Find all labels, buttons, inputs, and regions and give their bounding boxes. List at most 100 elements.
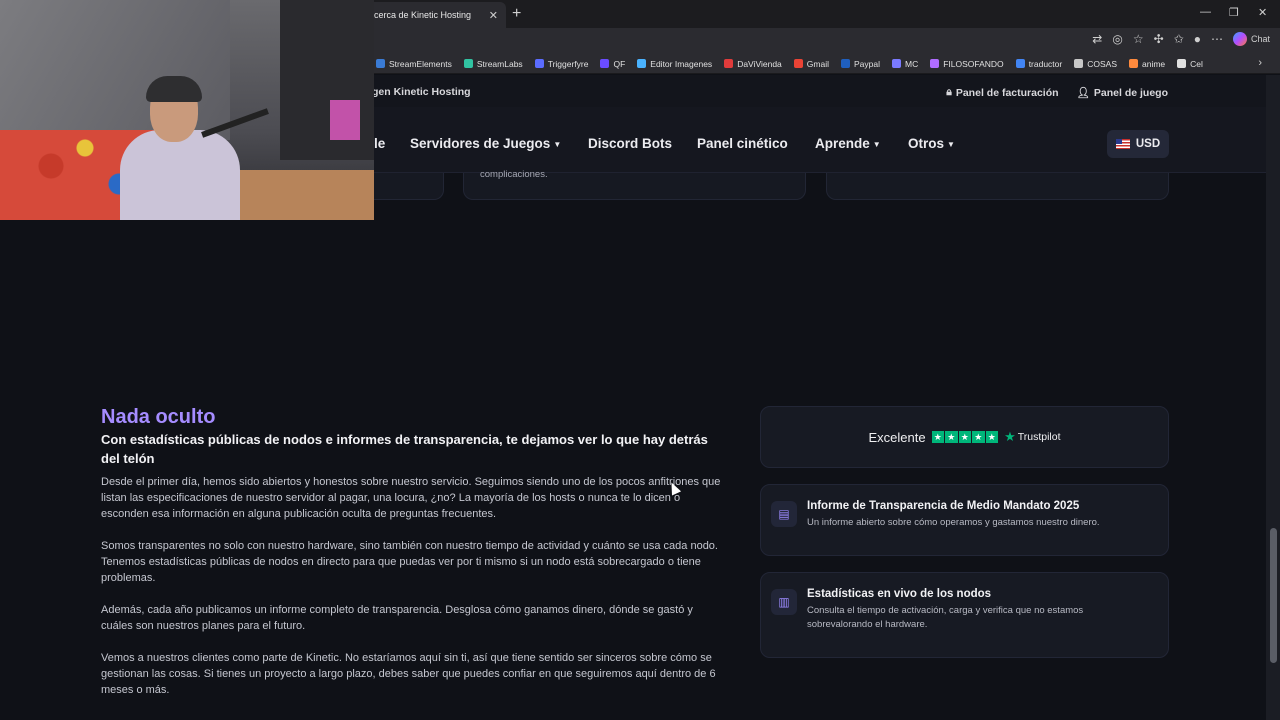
bookmark-item[interactable]: Paypal xyxy=(840,58,880,69)
billing-panel-link[interactable]: 🔒︎ Panel de facturación xyxy=(946,86,1058,99)
node-stats-card[interactable]: ▥ Estadísticas en vivo de los nodos Cons… xyxy=(760,572,1169,658)
bookmark-favicon-icon xyxy=(534,59,544,68)
bookmark-item[interactable]: FILOSOFANDO xyxy=(930,58,1004,69)
browser-tab-active[interactable]: cerca de Kinetic Hosting ✕ xyxy=(366,2,506,28)
card-title: Estadísticas en vivo de los nodos xyxy=(807,588,992,600)
currency-selector[interactable]: USD xyxy=(1107,130,1169,158)
card-description: Consulta el tiempo de activación, carga … xyxy=(807,605,1084,630)
bookmark-label: StreamLabs xyxy=(476,58,523,69)
trustpilot-logo: ★ Trustpilot xyxy=(1004,429,1060,445)
bookmark-label: Paypal xyxy=(853,58,880,69)
bookmark-favicon-icon xyxy=(930,59,940,68)
section-title: Nada oculto xyxy=(101,406,216,428)
tab-title: cerca de Kinetic Hosting xyxy=(374,10,472,20)
trustpilot-rating-text: Excelente xyxy=(868,429,926,445)
page-scrollbar[interactable] xyxy=(1266,75,1280,720)
more-menu-icon[interactable]: ⋯ xyxy=(1211,32,1223,46)
maximize-icon[interactable]: ❐ xyxy=(1229,6,1239,19)
card-description: Un informe abierto sobre cómo operamos y… xyxy=(807,517,1100,528)
webcam-overlay xyxy=(0,0,374,220)
trustpilot-brand: Trustpilot xyxy=(1017,431,1061,443)
bookmark-item[interactable]: Gmail xyxy=(793,58,829,69)
bookmark-label: FILOSOFANDO xyxy=(943,58,1004,69)
bookmark-favicon-icon xyxy=(793,59,803,68)
bookmarks-overflow-chevron-icon[interactable]: › xyxy=(1258,57,1262,69)
chevron-down-icon: ▼ xyxy=(553,139,562,149)
chevron-down-icon: ▼ xyxy=(872,139,881,149)
tab-close-icon[interactable]: ✕ xyxy=(489,9,498,22)
bookmark-item[interactable]: StreamLabs xyxy=(463,58,523,69)
chat-label: Chat xyxy=(1250,34,1270,44)
bookmark-label: Editor Imagenes xyxy=(650,58,713,69)
card-title: Informe de Transparencia de Medio Mandat… xyxy=(807,500,1080,512)
bookmark-item[interactable]: traductor xyxy=(1015,58,1063,69)
lock-icon: 🔒︎ xyxy=(946,86,952,98)
transparency-report-card[interactable]: ▤ Informe de Transparencia de Medio Mand… xyxy=(760,484,1169,556)
feature-card-partial xyxy=(826,173,1169,200)
profile-avatar-icon[interactable]: ● xyxy=(1194,32,1201,46)
extensions-icon[interactable]: ✣ xyxy=(1154,32,1164,46)
nav-item-discord-bots[interactable]: Discord Bots xyxy=(588,136,672,151)
trustpilot-stars: ★ ★ ★ ★ ★ xyxy=(931,430,999,444)
bookmark-item[interactable]: MC xyxy=(891,58,919,69)
bookmark-label: QF xyxy=(613,58,626,69)
bookmark-favicon-icon xyxy=(637,59,647,68)
trustpilot-star-icon: ★ xyxy=(985,430,999,444)
paragraph: Vemos a nuestros clientes como parte de … xyxy=(101,652,716,696)
nav-item-partial[interactable]: le xyxy=(374,136,385,151)
paragraph: Somos transparentes no solo con nuestro … xyxy=(101,540,718,584)
chevron-down-icon: ▼ xyxy=(947,139,955,149)
bookmark-label: Gmail xyxy=(806,58,829,69)
favorite-star-icon[interactable]: ☆ xyxy=(1133,32,1144,46)
nav-item-learn[interactable]: Aprende ▼ xyxy=(815,136,881,151)
trustpilot-star-icon: ★ xyxy=(972,430,985,444)
copilot-chat-button[interactable]: Chat xyxy=(1232,32,1270,46)
bookmark-label: COSAS xyxy=(1087,58,1117,69)
window-close-icon[interactable]: ✕ xyxy=(1258,6,1267,19)
nav-learn-label: Aprende xyxy=(815,136,870,151)
bookmark-label: DaViVienda xyxy=(737,58,782,69)
currency-label: USD xyxy=(1135,138,1161,150)
bookmark-label: traductor xyxy=(1028,58,1063,69)
favorites-icon[interactable]: ✩ xyxy=(1174,32,1184,46)
trustpilot-star-icon: ★ xyxy=(945,430,958,444)
bookmark-item[interactable]: StreamElements xyxy=(376,59,452,69)
reader-icon[interactable]: ◎ xyxy=(1112,32,1122,46)
bookmark-label: Cel xyxy=(1190,58,1203,69)
nav-item-others[interactable]: Otros ▼ xyxy=(908,136,955,151)
nav-item-kinetic-panel[interactable]: Panel cinético xyxy=(697,136,788,151)
game-panel-label: Panel de juego xyxy=(1093,86,1168,99)
us-flag-icon xyxy=(1115,139,1130,149)
game-panel-link[interactable]: 👤︎ Panel de juego xyxy=(1077,86,1168,100)
trustpilot-star-icon: ★ xyxy=(931,430,945,444)
bookmark-favicon-icon xyxy=(1129,59,1138,68)
bookmark-item[interactable]: Editor Imagenes xyxy=(637,59,712,69)
bookmark-favicon-icon xyxy=(724,59,734,68)
site-brand[interactable]: gen Kinetic Hosting xyxy=(372,86,471,98)
bookmark-label: StreamElements xyxy=(389,58,452,69)
section-subtitle: Con estadísticas públicas de nodos e inf… xyxy=(101,432,708,466)
bookmark-favicon-icon xyxy=(1015,59,1025,68)
bookmark-item[interactable]: Cel xyxy=(1177,59,1203,69)
paragraph: Desde el primer día, hemos sido abiertos… xyxy=(101,476,721,520)
paragraph: Además, cada año publicamos un informe c… xyxy=(101,604,693,632)
trustpilot-star-icon: ★ xyxy=(1004,429,1016,444)
bar-chart-icon: ▥ xyxy=(771,589,797,615)
minimize-icon[interactable]: — xyxy=(1200,6,1211,18)
browser-toolbar-icons: ⇄ ◎ ☆ ✣ ✩ ● ⋯ Chat xyxy=(1092,32,1270,46)
trustpilot-card[interactable]: Excelente ★ ★ ★ ★ ★ ★ Trustpilot xyxy=(760,406,1169,468)
bookmark-item[interactable]: QF xyxy=(600,59,625,69)
bookmark-item[interactable]: COSAS xyxy=(1074,59,1117,69)
bookmark-item[interactable]: anime xyxy=(1129,59,1165,69)
document-icon: ▤ xyxy=(771,501,797,527)
bookmark-item[interactable]: DaViVienda xyxy=(724,59,782,69)
new-tab-button[interactable]: + xyxy=(512,5,521,23)
billing-panel-label: Panel de facturación xyxy=(955,86,1059,99)
top-links: 🔒︎ Panel de facturación 👤︎ Panel de juego xyxy=(946,86,1168,99)
bookmark-favicon-icon xyxy=(840,59,850,68)
bookmark-item[interactable]: Triggerfyre xyxy=(534,59,588,69)
nav-item-game-servers[interactable]: Servidores de Juegos ▼ xyxy=(410,136,561,151)
bookmark-label: MC xyxy=(904,58,919,69)
translate-icon[interactable]: ⇄ xyxy=(1092,32,1102,46)
scrollbar-thumb[interactable] xyxy=(1270,528,1277,663)
